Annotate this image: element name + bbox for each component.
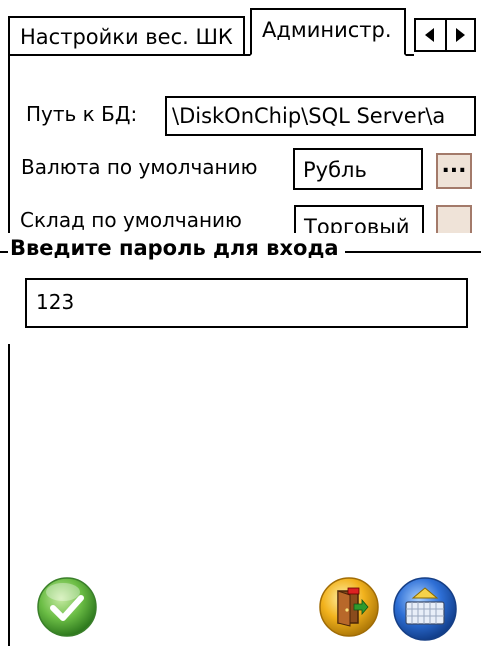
password-dialog-title: Введите пароль для входа [8, 236, 345, 260]
arrow-left-icon [425, 28, 434, 42]
checkmark-icon [37, 577, 97, 637]
warehouse-browse-button[interactable] [436, 205, 472, 233]
tab-divider [8, 54, 250, 56]
arrow-right-icon [456, 28, 465, 42]
currency-label: Валюта по умолчанию [21, 155, 258, 179]
tab-label: Администр. [262, 18, 392, 42]
warehouse-field[interactable]: Торговый [294, 205, 424, 233]
door-exit-icon [319, 577, 379, 637]
tab-scroll-right-button[interactable] [447, 20, 476, 50]
db-path-label: Путь к БД: [26, 102, 138, 126]
tab-scroll-left-button[interactable] [416, 20, 447, 50]
warehouse-row: Склад по умолчанию Торговый [0, 205, 481, 233]
keyboard-icon [393, 577, 457, 641]
tab-administration[interactable]: Администр. [250, 8, 406, 56]
page-border [8, 344, 10, 646]
ok-button[interactable] [36, 576, 98, 638]
tab-scroll-buttons [414, 18, 476, 52]
warehouse-label: Склад по умолчанию [20, 208, 242, 232]
currency-browse-button[interactable]: ... [436, 153, 472, 189]
tab-label: Настройки вес. ШК [20, 25, 233, 49]
currency-field[interactable]: Рубль [293, 148, 423, 190]
keyboard-button[interactable] [392, 576, 458, 642]
db-path-field[interactable]: \DiskOnChip\SQL Server\a [165, 96, 476, 136]
tab-weight-barcode-settings[interactable]: Настройки вес. ШК [8, 16, 245, 56]
exit-button[interactable] [318, 576, 380, 638]
tab-strip: Настройки вес. ШК Администр. [0, 0, 481, 58]
tab-divider [406, 54, 414, 56]
password-input[interactable]: 123 [25, 278, 468, 328]
